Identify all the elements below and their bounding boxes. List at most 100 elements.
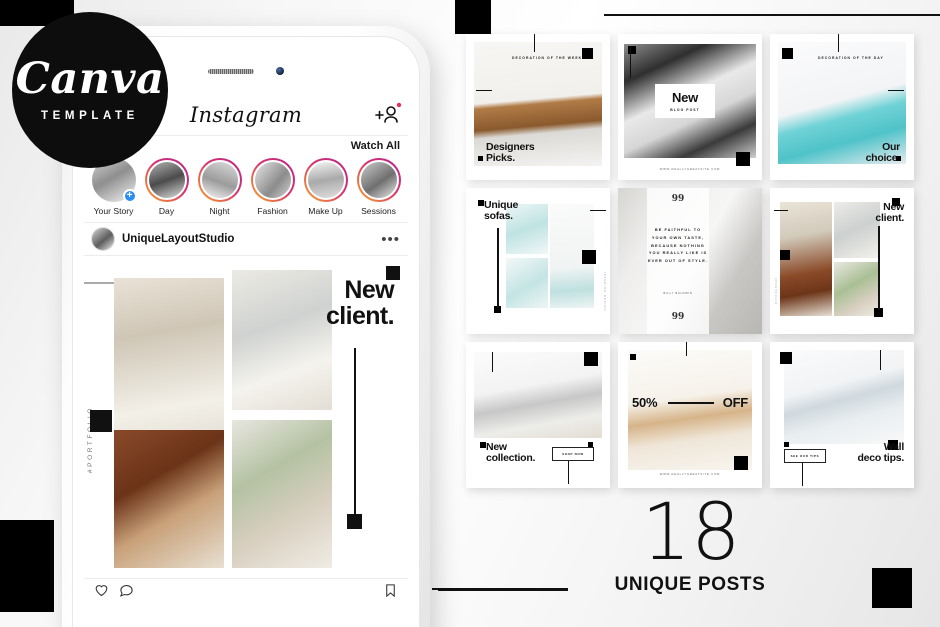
- story-label: Make Up: [308, 206, 343, 216]
- decor-line: [668, 402, 714, 404]
- decor-square: [386, 266, 400, 280]
- card-new-blog-post[interactable]: New BLOG POST WWW.REALLYGREATSITE.COM: [618, 34, 762, 180]
- post-count-number: 18: [641, 488, 741, 578]
- card-headline: New client.: [875, 201, 904, 224]
- heart-icon[interactable]: [94, 583, 109, 598]
- card-headline-line2: sofas.: [484, 210, 513, 223]
- avatar[interactable]: [92, 228, 114, 250]
- post-grid: DECORATION OF THE WEEK Designers Picks. …: [466, 34, 924, 488]
- card-eyebrow: DECORATION OF THE DAY: [818, 56, 884, 60]
- decor-square: [584, 352, 598, 366]
- decor-square: [478, 156, 483, 161]
- card-off: OFF: [722, 395, 749, 410]
- decor-line: [497, 228, 499, 308]
- story-label: Sessions: [361, 206, 396, 216]
- collage-image-plant: [232, 420, 332, 568]
- post-header: UniqueLayoutStudio •••: [84, 222, 408, 256]
- decor-square: [896, 156, 901, 161]
- quote-mark-open: 99: [671, 194, 685, 204]
- decor-square: [784, 442, 789, 447]
- card-side-text: INTERIOR DESIGN: [603, 272, 606, 312]
- story-ring: [197, 158, 242, 202]
- decor-square: [347, 514, 362, 529]
- card-headline-line2: collection.: [486, 452, 536, 465]
- story-fashion[interactable]: Fashion: [249, 158, 296, 216]
- story-ring: [250, 158, 295, 202]
- decor-rule-top: [604, 14, 940, 16]
- see-our-tips-button[interactable]: SEE OUR TIPS: [784, 449, 826, 463]
- story-make-up[interactable]: Make Up: [302, 158, 349, 216]
- card-unique-sofas[interactable]: Unique sofas. INTERIOR DESIGN: [466, 188, 610, 334]
- card-photo: [834, 202, 880, 258]
- decor-line: [534, 34, 535, 52]
- card-photo: [506, 258, 548, 308]
- decor-line: [476, 90, 492, 91]
- decor-square: [630, 354, 636, 360]
- card-new-collection[interactable]: New collection. SHOP NOW: [466, 342, 610, 488]
- card-designers-picks[interactable]: DECORATION OF THE WEEK Designers Picks.: [466, 34, 610, 180]
- story-day[interactable]: Day: [143, 158, 190, 216]
- story-label: Night: [209, 206, 230, 216]
- decor-line: [888, 90, 904, 91]
- comment-icon[interactable]: [119, 583, 134, 598]
- card-new-client[interactable]: New client. #PORTFOLIO: [770, 188, 914, 334]
- card-photo: [474, 352, 602, 438]
- story-thumbnail: [252, 160, 293, 200]
- watch-all-link[interactable]: Watch All: [351, 140, 400, 152]
- more-options-icon[interactable]: •••: [381, 231, 400, 248]
- decor-square: [734, 456, 748, 470]
- collage-image-chair: [114, 430, 224, 568]
- card-percent: 50%: [632, 395, 658, 410]
- collage-image-table: [232, 270, 332, 410]
- decor-square: [782, 48, 793, 59]
- post-headline-line1: New: [344, 276, 394, 304]
- card-url: WWW.REALLYGREATSITE.COM: [659, 472, 721, 476]
- story-sessions[interactable]: Sessions: [355, 158, 402, 216]
- story-thumbnail: [146, 160, 187, 200]
- stories-tray[interactable]: + Your Story Day Night Fashion Make Up S…: [84, 156, 408, 222]
- decor-square: [780, 250, 790, 260]
- canva-brand-text: Canva: [15, 54, 165, 104]
- shop-now-button[interactable]: SHOP NOW: [552, 447, 594, 461]
- card-photo: [628, 350, 752, 470]
- post-headline: New client.: [326, 276, 395, 329]
- decor-line: [878, 226, 880, 310]
- decor-square: [582, 48, 593, 59]
- decor-square-left-bottom: [0, 520, 54, 612]
- decor-line: [590, 210, 606, 211]
- card-our-choice[interactable]: DECORATION OF THE DAY Our choice.: [770, 34, 914, 180]
- story-label: Day: [158, 206, 175, 216]
- decor-square-bottom-right: [872, 568, 912, 608]
- card-headline: Our choice.: [866, 141, 901, 164]
- speaker-grille-icon: [208, 68, 254, 74]
- story-night[interactable]: Night: [196, 158, 243, 216]
- decor-square: [582, 250, 596, 264]
- card-fifty-off[interactable]: 50% OFF WWW.REALLYGREATSITE.COM: [618, 342, 762, 488]
- decor-line: [838, 34, 839, 52]
- card-headline: New collection.: [486, 441, 536, 465]
- decor-line: [774, 210, 788, 211]
- card-quote[interactable]: 99 BE FAITHFUL TO YOUR OWN TASTE, BECAUS…: [618, 188, 762, 334]
- add-person-icon[interactable]: [372, 102, 402, 128]
- card-wall-deco-tips[interactable]: Wall deco tips. SEE OUR TIPS: [770, 342, 914, 488]
- banner-rule: [438, 588, 568, 591]
- card-headline: Unique sofas.: [484, 199, 518, 223]
- card-quote-text: BE FAITHFUL TO YOUR OWN TASTE, BECAUSE N…: [648, 227, 708, 264]
- post-count-caption: UNIQUE POSTS: [614, 574, 766, 595]
- decor-square: [90, 410, 112, 432]
- bookmark-icon[interactable]: [383, 583, 398, 598]
- post-collage: New client.: [84, 266, 400, 568]
- decor-square-top-right: [455, 0, 491, 34]
- canva-template-badge: Canva TEMPLATE: [12, 12, 168, 168]
- quote-mark-close: 99: [671, 312, 685, 322]
- card-quote-author: BILLY BALDWIN: [663, 292, 693, 295]
- add-story-icon[interactable]: +: [122, 189, 137, 203]
- card-headline: Wall deco tips.: [857, 441, 904, 465]
- story-ring: [303, 158, 348, 202]
- card-headline-line2: deco tips.: [857, 452, 904, 465]
- decor-line: [568, 458, 569, 484]
- post-image[interactable]: #PORTFOLIO New client.: [84, 256, 408, 578]
- card-photo: [784, 350, 904, 444]
- card-url: WWW.REALLYGREATSITE.COM: [659, 167, 721, 171]
- post-username[interactable]: UniqueLayoutStudio: [122, 233, 234, 245]
